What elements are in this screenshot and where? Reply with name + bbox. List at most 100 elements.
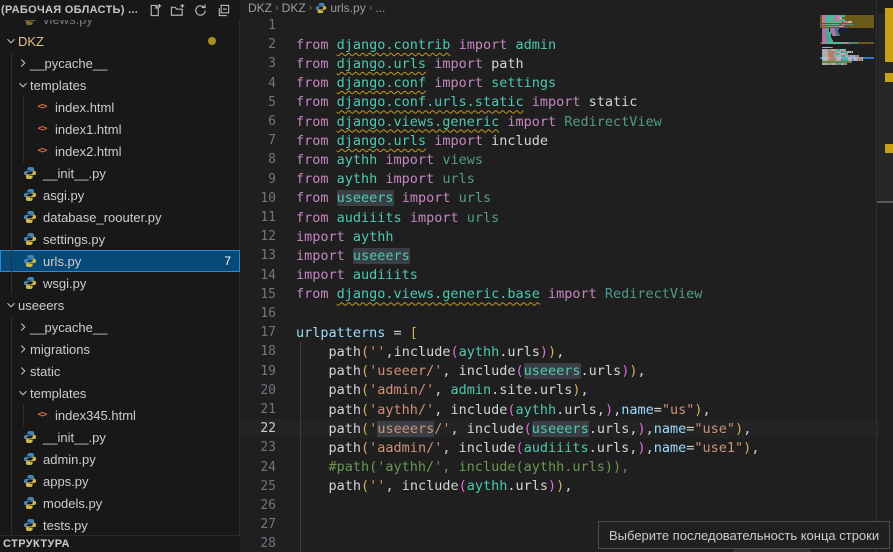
line-number: 9 bbox=[240, 172, 296, 187]
tree-item-wsgi-py[interactable]: wsgi.py bbox=[0, 272, 240, 294]
scrollbar-overview-ruler[interactable] bbox=[876, 0, 893, 552]
tree-item-apps-py[interactable]: apps.py bbox=[0, 470, 240, 492]
explorer-actions bbox=[146, 2, 240, 19]
tree-item-index-html[interactable]: <>index.html bbox=[0, 96, 240, 118]
tree-item--init-py[interactable]: __init__.py bbox=[0, 162, 240, 184]
code-text: path('admin/', admin.site.urls), bbox=[296, 382, 589, 398]
ruler-warning-mark bbox=[885, 144, 893, 153]
code-line: 5from django.conf.urls.static import sta… bbox=[240, 93, 880, 112]
code-line: 10from useeers import urls bbox=[240, 189, 880, 208]
breadcrumb-separator-icon: › bbox=[275, 2, 279, 14]
tree-item-label: models.py bbox=[43, 496, 102, 511]
python-file-icon bbox=[22, 209, 38, 225]
tree-item-database-roouter-py[interactable]: database_roouter.py bbox=[0, 206, 240, 228]
code-text: path('', include(aythh.urls)), bbox=[296, 478, 572, 494]
python-file-icon bbox=[22, 495, 38, 511]
code-text: import aythh bbox=[296, 229, 394, 245]
line-number: 21 bbox=[240, 402, 296, 417]
collapse-all-icon[interactable] bbox=[215, 2, 232, 19]
tree-item-useeers[interactable]: useeers bbox=[0, 294, 240, 316]
python-file-icon bbox=[315, 2, 327, 14]
minimap-code-bar bbox=[857, 59, 861, 61]
breadcrumb-item[interactable]: DKZ bbox=[248, 1, 272, 15]
tree-item-index1-html[interactable]: <>index1.html bbox=[0, 118, 240, 140]
breadcrumb-item[interactable]: urls.py bbox=[315, 1, 365, 15]
code-line: 2from django.contrib import admin bbox=[240, 35, 880, 54]
tree-item-index345-html[interactable]: <> index345.html bbox=[0, 404, 240, 426]
minimap-code-bar bbox=[822, 63, 828, 65]
code-text: from useeers import urls bbox=[296, 190, 491, 206]
line-number: 13 bbox=[240, 248, 296, 263]
line-number: 5 bbox=[240, 95, 296, 110]
tree-item-label: __pycache__ bbox=[30, 320, 107, 335]
tree-item-migrations[interactable]: migrations bbox=[0, 338, 240, 360]
code-text: from audiiits import urls bbox=[296, 210, 499, 226]
code-text: from django.conf import settings bbox=[296, 75, 556, 91]
tree-item-urls-py[interactable]: urls.py7 bbox=[0, 250, 240, 272]
html-file-icon: <> bbox=[34, 407, 50, 423]
tree-item-models-py[interactable]: models.py bbox=[0, 492, 240, 514]
breadcrumb-item[interactable]: ... bbox=[375, 1, 385, 15]
html-file-icon: <> bbox=[34, 121, 50, 137]
tree-item-label: index2.html bbox=[55, 144, 121, 159]
tree-indent-guide bbox=[11, 52, 12, 294]
minimap-code-bar bbox=[862, 59, 863, 61]
tree-item-label: index.html bbox=[55, 100, 114, 115]
python-file-icon bbox=[22, 275, 38, 291]
code-text: urlpatterns = [ bbox=[296, 325, 418, 341]
line-number: 18 bbox=[240, 344, 296, 359]
code-line: 8from aythh import views bbox=[240, 150, 880, 169]
line-number: 12 bbox=[240, 229, 296, 244]
tree-item-index2-html[interactable]: <>index2.html bbox=[0, 140, 240, 162]
tree-item-dkz[interactable]: DKZ bbox=[0, 30, 240, 52]
refresh-icon[interactable] bbox=[192, 2, 209, 19]
tree-item-tests-py[interactable]: tests.py bbox=[0, 514, 240, 536]
line-number: 15 bbox=[240, 287, 296, 302]
tree-item-label: admin.py bbox=[43, 452, 96, 467]
code-text: from django.views.generic.base import Re… bbox=[296, 286, 702, 302]
new-file-icon[interactable] bbox=[146, 2, 163, 19]
breadcrumb-label: DKZ bbox=[248, 1, 272, 15]
tree-item-templates[interactable]: templates bbox=[0, 74, 240, 96]
explorer-section-header[interactable]: (РАБОЧАЯ ОБЛАСТЬ) ... bbox=[0, 0, 240, 20]
eol-tooltip-text: Выберите последовательность конца строки bbox=[609, 528, 879, 543]
code-line: 6from django.views.generic import Redire… bbox=[240, 112, 880, 131]
python-file-icon bbox=[22, 187, 38, 203]
tree-item-admin-py[interactable]: admin.py bbox=[0, 448, 240, 470]
editor-pane[interactable]: DKZ›DKZ›urls.py›... 12from django.contri… bbox=[240, 0, 893, 552]
code-text: from aythh import urls bbox=[296, 171, 475, 187]
line-number: 6 bbox=[240, 114, 296, 129]
minimap-code-bar bbox=[852, 51, 853, 53]
new-folder-icon[interactable] bbox=[169, 2, 186, 19]
python-file-icon bbox=[22, 517, 38, 533]
breadcrumb-label: urls.py bbox=[330, 1, 365, 15]
line-number: 11 bbox=[240, 210, 296, 225]
tree-item-label: templates bbox=[30, 78, 86, 93]
tree-item-settings-py[interactable]: settings.py bbox=[0, 228, 240, 250]
code-text: from django.views.generic import Redirec… bbox=[296, 114, 662, 130]
tree-item-templates[interactable]: templates bbox=[0, 382, 240, 404]
tree-item-label: index345.html bbox=[55, 408, 136, 423]
code-line: 25 path('', include(aythh.urls)), bbox=[240, 477, 880, 496]
tree-item--pycache-[interactable]: __pycache__ bbox=[0, 52, 240, 74]
chevron-right-icon bbox=[16, 341, 30, 357]
line-number: 8 bbox=[240, 152, 296, 167]
code-line: 21 path('aythh/', include(aythh.urls,),n… bbox=[240, 400, 880, 419]
minimap-code-bar bbox=[846, 63, 847, 65]
tree-item-static[interactable]: static bbox=[0, 360, 240, 382]
tree-item--pycache-[interactable]: __pycache__ bbox=[0, 316, 240, 338]
code-line: 20 path('admin/', admin.site.urls), bbox=[240, 381, 880, 400]
breadcrumb-item[interactable]: DKZ bbox=[282, 1, 306, 15]
tree-item-label: wsgi.py bbox=[43, 276, 86, 291]
code-line: 22 path('useeers/', include(useeers.urls… bbox=[240, 419, 880, 438]
line-number: 28 bbox=[240, 536, 296, 551]
minimap[interactable] bbox=[820, 0, 876, 552]
tree-item--init-py[interactable]: __init__.py bbox=[0, 426, 240, 448]
code-text: from aythh import views bbox=[296, 152, 483, 168]
code-line: 24 #path('aythh/', include(aythh.urls)), bbox=[240, 458, 880, 477]
line-number: 10 bbox=[240, 191, 296, 206]
outline-section-header[interactable]: СТРУКТУРА bbox=[0, 535, 240, 552]
minimap-code-bar bbox=[848, 21, 852, 23]
tree-item-asgi-py[interactable]: asgi.py bbox=[0, 184, 240, 206]
modified-dot-icon bbox=[208, 37, 216, 45]
